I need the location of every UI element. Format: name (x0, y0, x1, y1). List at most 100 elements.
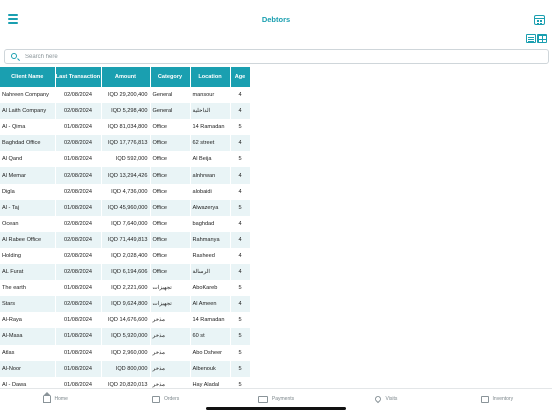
column-header-client-name[interactable]: Client Name (0, 67, 56, 87)
list-view-icon[interactable] (526, 34, 536, 43)
cell-location: الداخلية (190, 103, 231, 120)
table-row[interactable]: Al Qand 01/08/2024 IQD 592,000 Office Al Bei… (0, 151, 251, 168)
table-row[interactable]: Stars 02/08/2024 IQD 9,624,800 تجهيزات Al Am… (0, 296, 251, 313)
cell-last-transaction: 02/08/2024 (55, 296, 102, 313)
cell-last-transaction: 02/08/2024 (55, 103, 102, 120)
cell-category: مذخر (150, 344, 191, 361)
tab-label: Orders (163, 396, 180, 402)
cell-last-transaction: 02/08/2024 (55, 264, 102, 281)
cell-age: 4 (230, 247, 251, 265)
cell-category: مذخر (150, 312, 191, 329)
cell-amount: IQD 6,194,606 (101, 264, 151, 281)
tab-inventory[interactable]: Inventory (442, 389, 552, 409)
search-bar (4, 49, 549, 64)
cell-category: Office (150, 183, 191, 200)
page-title: Debtors (261, 15, 291, 24)
bottom-tab-bar: Home Orders Payments Visits Inventory (0, 388, 552, 414)
table-row[interactable]: Al Memar 02/08/2024 IQD 13,294,426 Office al… (0, 167, 251, 184)
cell-location: 14 Ramadan (190, 119, 231, 136)
column-header-age[interactable]: Age (230, 67, 251, 87)
cell-location: alobaidi (190, 183, 231, 200)
table-header-row: Client Name Last Transaction Amount Cate… (0, 67, 251, 87)
cell-age: 5 (230, 312, 251, 329)
table-row[interactable]: Al Laith Company 02/08/2024 IQD 5,298,400 G… (0, 103, 251, 120)
cell-location: Albenouk (190, 360, 231, 377)
tab-visits[interactable]: Visits (331, 389, 441, 409)
search-icon (11, 53, 17, 59)
cell-client-name: Stars (0, 296, 56, 313)
tab-home[interactable]: Home (0, 389, 110, 409)
cell-location: Abo Dsheer (190, 344, 231, 361)
cell-amount: IQD 592,000 (101, 151, 151, 168)
cell-last-transaction: 02/08/2024 (55, 167, 102, 184)
cell-amount: IQD 81,034,800 (101, 119, 151, 136)
table-row[interactable]: Atlas 01/08/2024 IQD 2,960,000 مذخر Abo Dshe… (0, 344, 251, 361)
cell-amount: IQD 800,000 (101, 360, 151, 377)
table-row[interactable]: Nahreen Company 02/08/2024 IQD 29,200,400 G… (0, 87, 251, 104)
home-indicator (206, 407, 346, 410)
view-toggle (526, 34, 547, 43)
cell-client-name: Al Rabee Office (0, 231, 56, 248)
column-header-last-transaction[interactable]: Last Transaction (55, 67, 102, 87)
cell-client-name: Al-Noor (0, 360, 56, 377)
cell-amount: IQD 71,449,813 (101, 231, 151, 248)
table-row[interactable]: Al-Noor 01/08/2024 IQD 800,000 مذخر Albenouk… (0, 360, 251, 377)
cell-location: mansour (190, 87, 231, 104)
table-row[interactable]: Al-Masa 01/08/2024 IQD 5,920,000 مذخر 60 st 5 (0, 328, 251, 345)
grid-view-icon[interactable] (537, 34, 547, 43)
cell-category: Office (150, 199, 191, 216)
cell-last-transaction: 02/08/2024 (55, 87, 102, 104)
cell-category: مذخر (150, 328, 191, 345)
tab-payments[interactable]: Payments (221, 389, 331, 409)
payments-card-icon (257, 395, 268, 403)
cell-amount: IQD 17,776,813 (101, 135, 151, 152)
cell-category: مذخر (150, 360, 191, 377)
cell-age: 5 (230, 199, 251, 216)
cell-age: 4 (230, 87, 251, 104)
table-row[interactable]: AL Furat 02/08/2024 IQD 6,194,606 Office الر… (0, 264, 251, 281)
cell-category: General (150, 103, 191, 120)
table-row[interactable]: The earth 01/08/2024 IQD 2,221,600 تجهيزات A… (0, 280, 251, 297)
cell-age: 4 (230, 183, 251, 200)
cell-category: Office (150, 231, 191, 248)
cell-age: 5 (230, 119, 251, 136)
cell-last-transaction: 01/08/2024 (55, 151, 102, 168)
table-row[interactable]: Al Rabee Office 02/08/2024 IQD 71,449,813 O… (0, 231, 251, 248)
column-header-location[interactable]: Location (190, 67, 231, 87)
table-row[interactable]: Al-Raya 01/08/2024 IQD 14,676,600 مذخر 14 Ra… (0, 312, 251, 329)
cell-age: 4 (230, 103, 251, 120)
cell-category: General (150, 87, 191, 104)
cell-age: 5 (230, 344, 251, 361)
cell-last-transaction: 01/08/2024 (55, 312, 102, 329)
top-bar: Debtors (0, 0, 552, 40)
table-row[interactable]: Al - Qima 01/08/2024 IQD 81,034,800 Office 1… (0, 119, 251, 136)
cell-client-name: Atlas (0, 344, 56, 361)
table-row[interactable]: Ocean 02/08/2024 IQD 7,640,000 Office baghda… (0, 215, 251, 232)
cell-last-transaction: 02/08/2024 (55, 183, 102, 200)
tab-label: Inventory (492, 396, 514, 402)
location-pin-icon (374, 394, 383, 404)
table-row[interactable]: Holding 02/08/2024 IQD 2,028,400 Office Rash… (0, 247, 251, 265)
cell-amount: IQD 9,624,800 (101, 296, 151, 313)
table-row[interactable]: Al - Taj 01/08/2024 IQD 45,960,000 Office Al… (0, 199, 251, 216)
cell-last-transaction: 02/08/2024 (55, 135, 102, 152)
cell-client-name: The earth (0, 280, 56, 297)
tab-orders[interactable]: Orders (110, 389, 220, 409)
cell-location: الرسالة (190, 264, 231, 281)
table-row[interactable]: Digla 02/08/2024 IQD 4,736,000 Office alobai… (0, 183, 251, 200)
cell-amount: IQD 4,736,000 (101, 183, 151, 200)
calendar-icon[interactable] (534, 15, 545, 25)
cell-age: 4 (230, 135, 251, 152)
cell-location: Alwazerya (190, 199, 231, 216)
column-header-category[interactable]: Category (150, 67, 191, 87)
column-header-amount[interactable]: Amount (101, 67, 151, 87)
cell-client-name: Al-Raya (0, 312, 56, 329)
search-input[interactable] (25, 51, 525, 62)
home-icon (42, 391, 51, 403)
cell-client-name: Al Laith Company (0, 103, 56, 120)
cell-amount: IQD 13,294,426 (101, 167, 151, 184)
tab-label: Visits (385, 396, 398, 402)
cell-category: تجهيزات (150, 280, 191, 297)
table-row[interactable]: Baghdad Office 02/08/2024 IQD 17,776,813 Of… (0, 135, 251, 152)
cell-last-transaction: 01/08/2024 (55, 199, 102, 216)
